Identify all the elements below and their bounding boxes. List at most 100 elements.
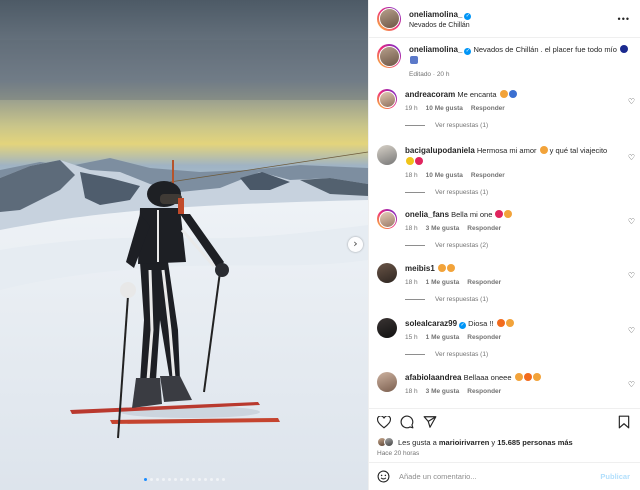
comment-likes[interactable]: 3 Me gusta xyxy=(426,388,460,395)
post-photo[interactable]: › xyxy=(0,0,368,490)
share-icon[interactable] xyxy=(423,415,437,429)
reply-button[interactable]: Responder xyxy=(467,225,501,232)
carousel-dot xyxy=(143,478,147,481)
post-actions: Les gusta a marioirivarren y 15.685 pers… xyxy=(369,408,640,457)
heart-icon[interactable]: ♡ xyxy=(628,153,635,162)
comment-likes[interactable]: 10 Me gusta xyxy=(426,172,463,179)
likes-summary[interactable]: Les gusta a marioirivarren y 15.685 pers… xyxy=(377,437,640,447)
more-icon[interactable]: ••• xyxy=(618,14,630,24)
likes-user[interactable]: marioirivarren xyxy=(439,438,489,447)
comment-text: Diosa !! xyxy=(468,319,494,328)
heart-icon[interactable]: ♡ xyxy=(628,217,635,226)
post-header: oneliamolina_ ✓ Nevados de Chillán ••• xyxy=(369,0,640,38)
heart-icon[interactable] xyxy=(377,415,391,429)
likes-joiner: y xyxy=(491,437,496,447)
carousel-dot xyxy=(197,478,201,481)
avatar[interactable] xyxy=(377,145,397,165)
caption-text: Nevados de Chillán . el placer fue todo … xyxy=(473,45,617,54)
reply-button[interactable]: Responder xyxy=(471,172,505,179)
post-username[interactable]: oneliamolina_ xyxy=(409,10,462,19)
reply-button[interactable]: Responder xyxy=(467,279,501,286)
carousel-dot xyxy=(155,478,159,481)
carousel-dot xyxy=(167,478,171,481)
carousel-indicator xyxy=(0,478,368,481)
comment-time: 18 h xyxy=(405,225,418,232)
post-time: Hace 20 horas xyxy=(377,450,420,457)
verified-icon: ✓ xyxy=(459,322,467,329)
carousel-dot xyxy=(191,478,195,481)
avatar[interactable] xyxy=(377,44,401,68)
comment-username[interactable]: solealcaraz99 xyxy=(405,319,457,328)
caption-meta: Editado · 20 h xyxy=(409,71,450,78)
view-replies-button[interactable]: Ver respuestas (1) xyxy=(405,122,635,129)
comment-text: Bellaaa oneee xyxy=(463,373,512,382)
comment-item: solealcaraz99 ✓ Diosa !! 15 h 1 Me gusta Re… xyxy=(377,318,635,358)
comment-likes[interactable]: 3 Me gusta xyxy=(426,225,460,232)
carousel-dot xyxy=(209,478,213,481)
comment-item: meibis1 18 h 1 Me gusta Responder ♡ Ver re… xyxy=(377,263,635,303)
avatar[interactable] xyxy=(377,372,397,392)
avatar[interactable] xyxy=(377,263,397,283)
comment-input[interactable]: Añade un comentario... xyxy=(399,472,477,481)
comment-item: afabiolaandrea Bellaaa oneee 18 h 3 Me gu… xyxy=(377,372,635,397)
reply-button[interactable]: Responder xyxy=(467,334,501,341)
comment-item: onelia_fans Bella mi one 18 h 3 Me gusta R… xyxy=(377,209,635,249)
comment-icon[interactable] xyxy=(400,415,414,429)
heart-icon[interactable]: ♡ xyxy=(628,380,635,389)
post-caption: oneliamolina_ ✓ Nevados de Chillán . el p… xyxy=(377,44,632,80)
comment-time: 18 h xyxy=(405,279,418,286)
ski-emoji xyxy=(410,56,418,64)
comment-text-cont: y qué tal viajecito xyxy=(549,146,608,155)
bookmark-icon[interactable] xyxy=(618,415,630,429)
avatar[interactable] xyxy=(377,209,397,229)
emoji-icon[interactable] xyxy=(377,470,390,483)
ski-photo-illustration xyxy=(0,0,368,490)
comment-time: 18 h xyxy=(405,388,418,395)
comment-likes[interactable]: 1 Me gusta xyxy=(426,334,460,341)
avatar[interactable] xyxy=(377,89,397,109)
post-detail-panel: oneliamolina_ ✓ Nevados de Chillán ••• on… xyxy=(368,0,640,490)
post-location[interactable]: Nevados de Chillán xyxy=(409,20,471,31)
comment-likes[interactable]: 10 Me gusta xyxy=(426,105,463,112)
comment-username[interactable]: onelia_fans xyxy=(405,210,449,219)
chevron-right-icon: › xyxy=(353,237,358,250)
carousel-dot xyxy=(221,478,225,481)
snowflake-emoji xyxy=(619,45,628,53)
carousel-dot xyxy=(203,478,207,481)
likes-prefix: Les gusta a xyxy=(398,437,437,447)
comment-username[interactable]: andreacoram xyxy=(405,90,455,99)
avatar[interactable] xyxy=(377,318,397,338)
view-replies-button[interactable]: Ver respuestas (1) xyxy=(405,351,635,358)
comment-text: Hermosa mi amor xyxy=(476,146,537,155)
avatar xyxy=(384,437,394,447)
comment-text: Bella mi one xyxy=(451,210,493,219)
avatar[interactable] xyxy=(377,6,401,31)
carousel-dot xyxy=(173,478,177,481)
verified-icon: ✓ xyxy=(464,48,472,55)
comment-username[interactable]: bacigalupodaniela xyxy=(405,146,475,155)
comment-composer: Añade un comentario... Publicar xyxy=(369,462,640,490)
comment-username[interactable]: afabiolaandrea xyxy=(405,373,461,382)
reply-button[interactable]: Responder xyxy=(471,105,505,112)
carousel-dot xyxy=(179,478,183,481)
heart-icon[interactable]: ♡ xyxy=(628,326,635,335)
view-replies-button[interactable]: Ver respuestas (1) xyxy=(405,296,635,303)
comment-time: 19 h xyxy=(405,105,418,112)
view-replies-button[interactable]: Ver respuestas (2) xyxy=(405,242,635,249)
comment-likes[interactable]: 1 Me gusta xyxy=(426,279,460,286)
heart-icon[interactable]: ♡ xyxy=(628,97,635,106)
likes-count[interactable]: 15.685 personas más xyxy=(497,438,572,447)
carousel-dot xyxy=(215,478,219,481)
carousel-dot xyxy=(161,478,165,481)
view-replies-button[interactable]: Ver respuestas (1) xyxy=(405,189,635,196)
publish-button[interactable]: Publicar xyxy=(600,472,630,481)
comment-username[interactable]: meibis1 xyxy=(405,264,435,273)
comment-item: bacigalupodaniela Hermosa mi amor y qué … xyxy=(377,145,635,196)
next-photo-button[interactable]: › xyxy=(348,237,363,252)
comment-time: 18 h xyxy=(405,172,418,179)
caption-username[interactable]: oneliamolina_ xyxy=(409,45,462,54)
heart-icon[interactable]: ♡ xyxy=(628,271,635,280)
comment-time: 15 h xyxy=(405,334,418,341)
carousel-dot xyxy=(149,478,153,481)
reply-button[interactable]: Responder xyxy=(467,388,501,395)
